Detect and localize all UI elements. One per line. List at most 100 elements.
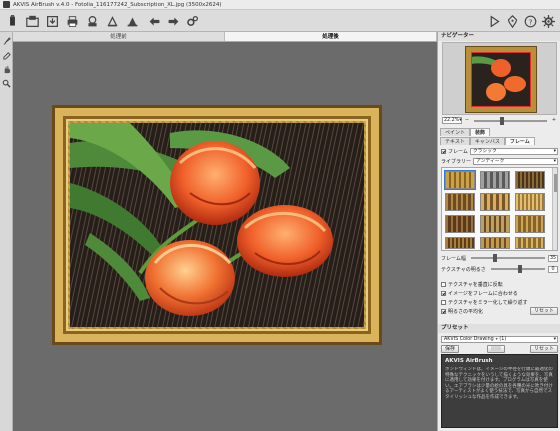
frame-width-value[interactable]: 35: [548, 254, 558, 262]
frame-width-label: フレーム幅: [441, 255, 466, 262]
zoom-icon[interactable]: [1, 78, 12, 89]
zoom-select[interactable]: 22.2% ▾: [442, 117, 462, 124]
texture-swatch[interactable]: [515, 237, 545, 249]
texture-brightness-value[interactable]: 0: [548, 265, 558, 273]
texture-brightness-label: テクスチャの明るさ: [441, 266, 486, 273]
frame-width-row: フレーム幅 35: [441, 254, 558, 262]
decoration-subtabs: テキスト キャンバス フレーム: [440, 137, 535, 145]
preset-row: AKVIS Color Drawing ⭑ (1) ▾: [441, 335, 558, 343]
texture-swatch[interactable]: [515, 193, 545, 211]
frame-texture-grid[interactable]: [441, 167, 558, 251]
frame-type-select[interactable]: クラシック ▾: [469, 147, 558, 155]
tutorial-icon[interactable]: [504, 13, 520, 29]
texture-swatch[interactable]: [480, 215, 510, 233]
stamp-icon[interactable]: [124, 13, 140, 29]
run-icon[interactable]: [486, 13, 502, 29]
texture-swatch[interactable]: [445, 237, 475, 249]
main-tabs: ペイント 装飾: [440, 128, 491, 136]
svg-text:?: ?: [528, 17, 532, 26]
tab-before[interactable]: 処理前: [13, 32, 225, 41]
option-label: 明るさの平均化: [448, 308, 484, 315]
fit-image-checkbox[interactable]: [441, 290, 446, 296]
frame-width-slider[interactable]: [470, 254, 545, 262]
average-brightness-checkbox[interactable]: [441, 308, 446, 314]
preferences-icon[interactable]: [540, 13, 556, 29]
option-label: テクスチャをミラー化して繰り返す: [448, 299, 528, 306]
navigator-preview[interactable]: [442, 42, 557, 115]
tab-frame[interactable]: フレーム: [504, 137, 535, 145]
tab-text[interactable]: テキスト: [440, 137, 470, 145]
texture-brightness-slider[interactable]: [490, 265, 545, 273]
save-icon[interactable]: [44, 13, 60, 29]
frame-checkbox[interactable]: [441, 148, 446, 154]
frame-row: フレーム クラシック ▾: [441, 147, 558, 155]
option-row: テクスチャをミラー化して繰り返す: [441, 298, 558, 306]
presets-title: プリセット: [438, 324, 560, 333]
texture-swatch[interactable]: [480, 171, 510, 189]
info-panel: AKVIS AirBrush ボンドウィンドは、イメージの半径を行頭に最適化の特…: [441, 354, 558, 428]
zoom-out-button[interactable]: −: [464, 117, 470, 124]
app-icon: [3, 1, 10, 8]
navigator-viewport[interactable]: [471, 52, 531, 107]
tool-strip: [0, 32, 13, 431]
texture-swatch[interactable]: [445, 193, 475, 211]
navigator-thumbnail: [465, 46, 537, 113]
info-icon[interactable]: ?: [522, 13, 538, 29]
library-select[interactable]: アンティーク ▾: [473, 157, 558, 165]
open-icon[interactable]: [4, 13, 20, 29]
zoom-controls: 22.2% ▾ − +: [442, 116, 557, 125]
eraser-icon[interactable]: [1, 50, 12, 61]
framed-image: [52, 105, 382, 345]
settings-panel: ナビゲーター 22.2% ▾ − + ペイント 装飾 テキスト キャンバス フレ…: [437, 32, 560, 431]
settings-icon[interactable]: [184, 13, 200, 29]
option-row: 明るさの平均化 リセット: [441, 307, 558, 315]
tab-canvas[interactable]: キャンバス: [469, 137, 505, 145]
tab-paint[interactable]: ペイント: [440, 128, 471, 136]
tab-after[interactable]: 処理後: [225, 32, 437, 41]
mirror-texture-checkbox[interactable]: [441, 299, 446, 305]
open-image-icon[interactable]: [24, 13, 40, 29]
tab-decoration[interactable]: 装飾: [470, 128, 491, 136]
window-title: AKVIS AirBrush v.4.0 - Fotolia_116177242…: [13, 1, 222, 8]
option-label: イメージをフレームに合わせる: [448, 290, 518, 297]
grid-scrollbar[interactable]: [552, 168, 557, 250]
texture-swatch[interactable]: [444, 170, 476, 190]
info-text: ボンドウィンドは、イメージの半径を行頭に最適化の特殊なテクニックをいうして描くよ…: [445, 367, 553, 400]
hand-icon[interactable]: [1, 64, 12, 75]
option-row: テクスチャを垂直に反転: [441, 280, 558, 288]
preset-buttons: 保存 削除 リセット: [441, 345, 558, 353]
library-row: ライブラリー アンティーク ▾: [441, 157, 558, 165]
share-icon[interactable]: [84, 13, 100, 29]
texture-swatch[interactable]: [445, 215, 475, 233]
preset-save-button[interactable]: 保存: [441, 345, 460, 353]
texture-brightness-row: テクスチャの明るさ 0: [441, 265, 558, 273]
print-icon[interactable]: [64, 13, 80, 29]
texture-swatch[interactable]: [480, 237, 510, 249]
info-title: AKVIS AirBrush: [445, 358, 493, 364]
texture-swatch[interactable]: [480, 193, 510, 211]
flip-vertical-checkbox[interactable]: [441, 281, 446, 287]
preset-select[interactable]: AKVIS Color Drawing ⭑ (1) ▾: [441, 335, 558, 343]
title-bar: AKVIS AirBrush v.4.0 - Fotolia_116177242…: [0, 0, 560, 10]
zoom-slider-knob[interactable]: [499, 116, 504, 125]
view-tabs: 処理前 処理後: [13, 32, 437, 42]
frame-checkbox-label: フレーム: [448, 148, 468, 155]
preset-reset-button[interactable]: リセット: [529, 345, 558, 353]
frame-reset-button[interactable]: リセット: [529, 307, 558, 315]
preset-delete-button[interactable]: 削除: [487, 345, 506, 353]
navigator-title: ナビゲーター: [438, 32, 560, 41]
main-toolbar: ?: [0, 10, 560, 32]
library-label: ライブラリー: [441, 158, 472, 165]
image-canvas[interactable]: [13, 42, 437, 431]
texture-swatch[interactable]: [515, 171, 545, 189]
tulip-painting: [70, 123, 364, 327]
batch-icon[interactable]: [104, 13, 120, 29]
zoom-slider[interactable]: [474, 116, 547, 125]
forward-icon[interactable]: [165, 13, 181, 29]
back-icon[interactable]: [146, 13, 162, 29]
zoom-in-button[interactable]: +: [551, 117, 557, 124]
texture-swatch[interactable]: [515, 215, 545, 233]
option-row: イメージをフレームに合わせる: [441, 289, 558, 297]
option-label: テクスチャを垂直に反転: [448, 281, 503, 288]
brush-icon[interactable]: [1, 36, 12, 47]
